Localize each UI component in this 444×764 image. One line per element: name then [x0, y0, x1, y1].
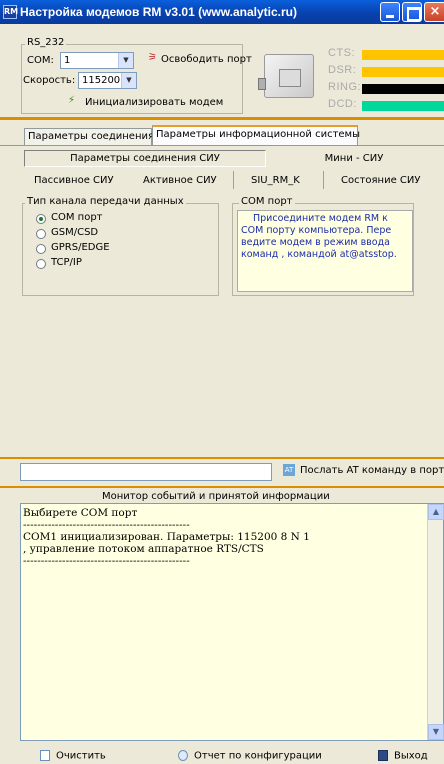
rs232-legend: RS_232 [25, 37, 67, 48]
scroll-down-icon[interactable]: ▼ [428, 724, 444, 740]
dsr-label: DSR: [328, 64, 357, 76]
section-divider [0, 117, 444, 120]
com-select[interactable]: 1 ▼ [60, 52, 134, 69]
log-line: , управление потоком аппаратное RTS/CTS [23, 543, 264, 555]
app-window: RM Настройка модемов RM v3.01 (www.analy… [0, 0, 444, 764]
log-line: ----------------------------------------… [23, 555, 190, 567]
speed-label: Скорость: [23, 75, 76, 86]
tab-connection-params[interactable]: Параметры соединения [24, 128, 154, 145]
radio-label-tcp-ip[interactable]: TCP/IP [51, 257, 82, 268]
section-divider [0, 457, 444, 459]
passive-siu-button[interactable]: Пассивное СИУ [34, 175, 114, 186]
radio-label-gprs-edge[interactable]: GPRS/EDGE [51, 242, 110, 253]
clear-button[interactable]: Очистить [40, 750, 106, 762]
siu-params-button[interactable]: Параметры соединения СИУ [24, 150, 266, 167]
minimize-button[interactable] [380, 2, 400, 22]
app-icon: RM [3, 5, 18, 19]
radio-label-com-port[interactable]: COM порт [51, 212, 103, 223]
modem-connector [258, 78, 266, 90]
init-icon: ⚡ [68, 95, 76, 106]
separator [233, 171, 234, 189]
exit-door-icon [378, 750, 388, 761]
free-port-button[interactable]: Освободить порт [161, 54, 252, 65]
siu-rm-k-button[interactable]: SIU_RM_K [251, 175, 300, 186]
dcd-indicator [362, 101, 444, 111]
config-report-button[interactable]: Отчет по конфигурации [178, 750, 322, 762]
modem-body [264, 54, 314, 98]
ring-label: RING: [328, 81, 362, 93]
init-modem-button[interactable]: Инициализировать модем [85, 97, 223, 108]
radio-gprs-edge[interactable] [36, 244, 46, 254]
active-siu-button[interactable]: Активное СИУ [143, 175, 217, 186]
radio-com-port[interactable] [36, 214, 46, 224]
speed-value: 115200 [82, 75, 121, 86]
tab-panel-border [0, 145, 444, 146]
com-port-legend: COM порт [239, 196, 295, 207]
exit-label: Выход [394, 750, 428, 762]
title-bar[interactable]: RM Настройка модемов RM v3.01 (www.analy… [0, 0, 444, 24]
config-report-label: Отчет по конфигурации [194, 750, 322, 762]
monitor-title: Монитор событий и принятой информации [102, 491, 330, 502]
monitor-log: Выбирете COM порт ----------------------… [23, 507, 310, 567]
mini-siu-button[interactable]: Мини - СИУ [290, 151, 418, 168]
exit-button[interactable]: Выход [378, 750, 428, 762]
channel-type-legend: Тип канала передачи данных [25, 196, 186, 207]
clear-icon [40, 750, 50, 761]
dcd-label: DCD: [328, 98, 357, 110]
log-line: COM1 инициализирован. Параметры: 115200 … [23, 531, 310, 543]
modem-image [258, 48, 320, 104]
send-at-label: Послать AT команду в порт [300, 465, 444, 476]
send-at-command-button[interactable]: AT Послать AT команду в порт [283, 463, 444, 481]
cts-label: CTS: [328, 47, 356, 59]
cts-indicator [362, 50, 444, 60]
tab-info-system-params[interactable]: Параметры информационной системы [152, 125, 360, 146]
monitor-scrollbar[interactable]: ▲ ▼ [427, 504, 444, 740]
radio-label-gsm-csd[interactable]: GSM/CSD [51, 227, 98, 238]
free-port-icon: ⚞ [148, 52, 157, 63]
send-at-icon: AT [283, 464, 295, 476]
note-line: команд , командой at@atsstop. [241, 249, 397, 260]
scroll-up-icon[interactable]: ▲ [428, 504, 444, 520]
dsr-indicator [362, 67, 444, 77]
log-line: Выбирете COM порт [23, 507, 138, 519]
chevron-down-icon: ▼ [121, 73, 136, 88]
event-monitor[interactable]: Выбирете COM порт ----------------------… [20, 503, 444, 741]
com-value: 1 [64, 55, 71, 66]
log-line: ----------------------------------------… [23, 519, 190, 531]
section-divider [0, 486, 444, 488]
note-line: COM порту компьютера. Пере [241, 225, 392, 236]
report-icon [178, 750, 188, 761]
at-command-input[interactable] [20, 463, 272, 481]
chevron-down-icon: ▼ [118, 53, 133, 68]
clear-label: Очистить [56, 750, 106, 762]
close-button[interactable]: × [424, 2, 444, 22]
siu-status-button[interactable]: Состояние СИУ [341, 175, 420, 186]
separator [323, 171, 324, 189]
radio-tcp-ip[interactable] [36, 259, 46, 269]
com-port-instructions: Присоедините модем RM к COM порту компью… [237, 210, 413, 292]
speed-select[interactable]: 115200 ▼ [78, 72, 137, 89]
window-title: Настройка модемов RM v3.01 (www.analytic… [20, 5, 297, 19]
ring-indicator [362, 84, 444, 94]
radio-gsm-csd[interactable] [36, 229, 46, 239]
com-label: COM: [27, 55, 54, 66]
note-line: ведите модем в режим ввода [241, 237, 390, 248]
note-line: Присоедините модем RM к [253, 213, 388, 224]
modem-slot [279, 69, 301, 87]
maximize-button[interactable] [402, 2, 422, 22]
